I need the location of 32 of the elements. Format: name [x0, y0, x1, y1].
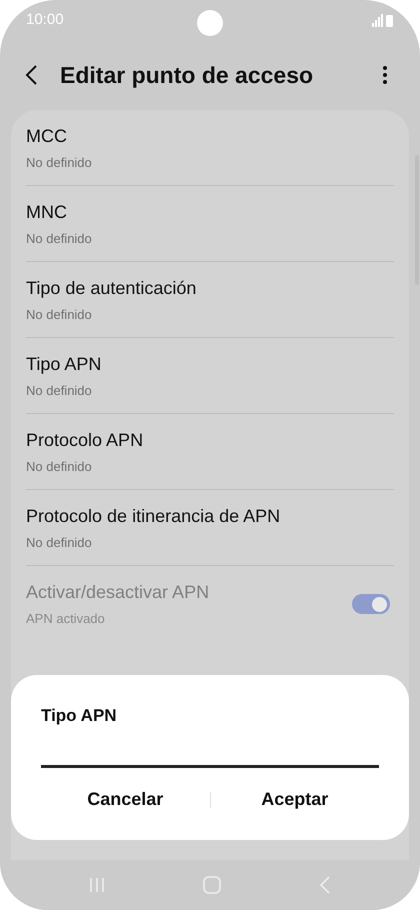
setting-title: Tipo APN [26, 352, 102, 376]
signal-battery-icon [372, 14, 394, 27]
setting-value: APN activado [26, 610, 105, 628]
setting-value: No definido [26, 230, 92, 248]
home-icon[interactable] [203, 876, 221, 894]
dialog-button[interactable]: Aceptar [210, 780, 379, 820]
back-nav-icon[interactable] [319, 876, 331, 894]
input-field[interactable] [41, 764, 379, 768]
dialog-button[interactable]: Cancelar [41, 780, 210, 820]
back-icon[interactable] [24, 64, 38, 86]
setting-value: No definido [26, 306, 92, 324]
setting-value: No definido [26, 382, 92, 400]
dialog-title: Tipo APN [41, 705, 117, 727]
setting-value: No definido [26, 154, 92, 172]
setting-title: Protocolo APN [26, 428, 144, 452]
camera-hole [197, 10, 223, 36]
setting-value: No definido [26, 534, 92, 552]
setting-row[interactable]: Tipo de autenticación No definido [26, 262, 394, 338]
setting-title: Protocolo de itinerancia de APN [26, 504, 280, 528]
setting-title: Activar/desactivar APN [26, 581, 210, 604]
setting-row[interactable]: MCC No definido [26, 110, 394, 186]
setting-value: No definido [26, 458, 92, 476]
page-title: Editar punto de acceso [60, 60, 314, 90]
more-options-icon[interactable] [382, 65, 388, 86]
setting-row[interactable]: MNC No definido [26, 186, 394, 262]
setting-row[interactable]: Protocolo APN No definido [26, 414, 394, 490]
setting-title: MCC [26, 124, 67, 148]
setting-title: Tipo de autenticación [26, 276, 196, 300]
setting-row[interactable]: Tipo APN No definido [26, 338, 394, 414]
setting-title: MNC [26, 200, 67, 224]
recent-apps-icon[interactable] [89, 877, 105, 893]
setting-row[interactable]: Protocolo de itinerancia de APN No definido [26, 490, 394, 566]
